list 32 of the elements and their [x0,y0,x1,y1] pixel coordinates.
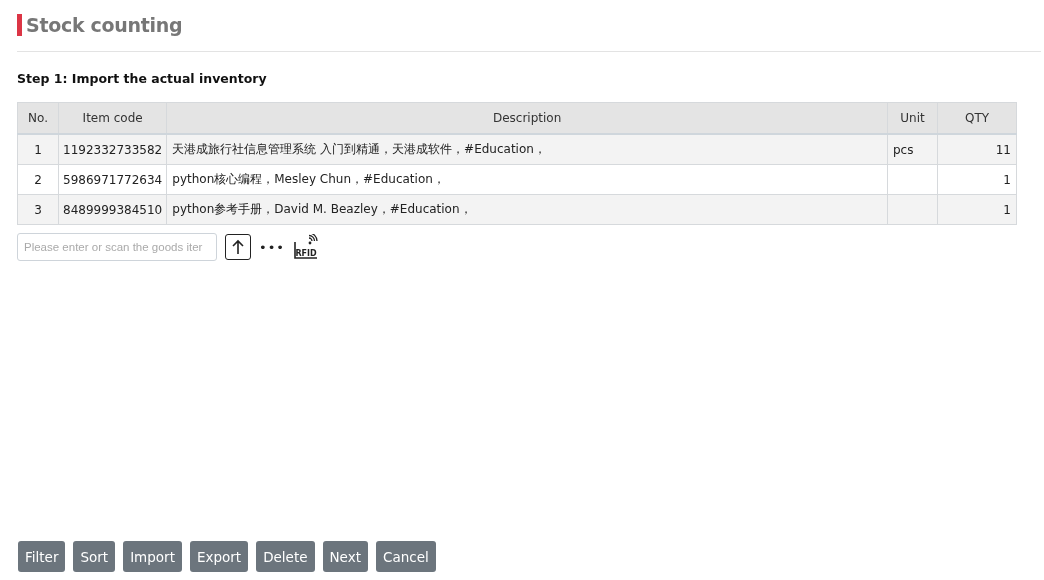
table-cell: 天港成旅行社信息管理系统 入门到精通，天港成软件，#Education， [166,134,888,165]
item-code-field[interactable]: Please enter or scan the goods iter [17,233,217,261]
action-button[interactable]: Sort [73,541,116,572]
table-cell: 2 [17,164,59,195]
column-header: Unit [887,102,938,134]
step-heading: Step 1: Import the actual inventory [17,71,268,86]
column-header: No. [17,102,59,134]
table-cell: 5986971772634 [58,164,167,195]
page-title: Stock counting [26,14,183,36]
column-header: Description [166,102,888,134]
column-header: QTY [937,102,1017,134]
up-arrow-icon [231,239,245,255]
table-cell: pcs [887,134,938,165]
action-button[interactable]: Import [123,541,182,572]
action-button[interactable]: Export [189,541,249,572]
table-cell: 1192332733582 [58,134,167,165]
table-cell: 8489999384510 [58,194,167,225]
table-cell: 11 [937,134,1017,165]
table-cell: 1 [937,194,1017,225]
more-icon[interactable]: ••• [259,239,285,255]
table-cell: python参考手册，David M. Beazley，#Education， [166,194,888,225]
table-cell: python核心编程，Mesley Chun，#Education， [166,164,888,195]
accent-bar [17,14,22,36]
column-header: Item code [58,102,167,134]
upload-button[interactable] [225,234,251,260]
table-cell: 3 [17,194,59,225]
action-button[interactable]: Next [322,541,368,572]
table-cell: 1 [17,134,59,165]
action-button[interactable]: Cancel [375,541,436,572]
action-button[interactable]: Delete [256,541,315,572]
action-button[interactable]: Filter [18,541,66,572]
table-cell: 1 [937,164,1017,195]
